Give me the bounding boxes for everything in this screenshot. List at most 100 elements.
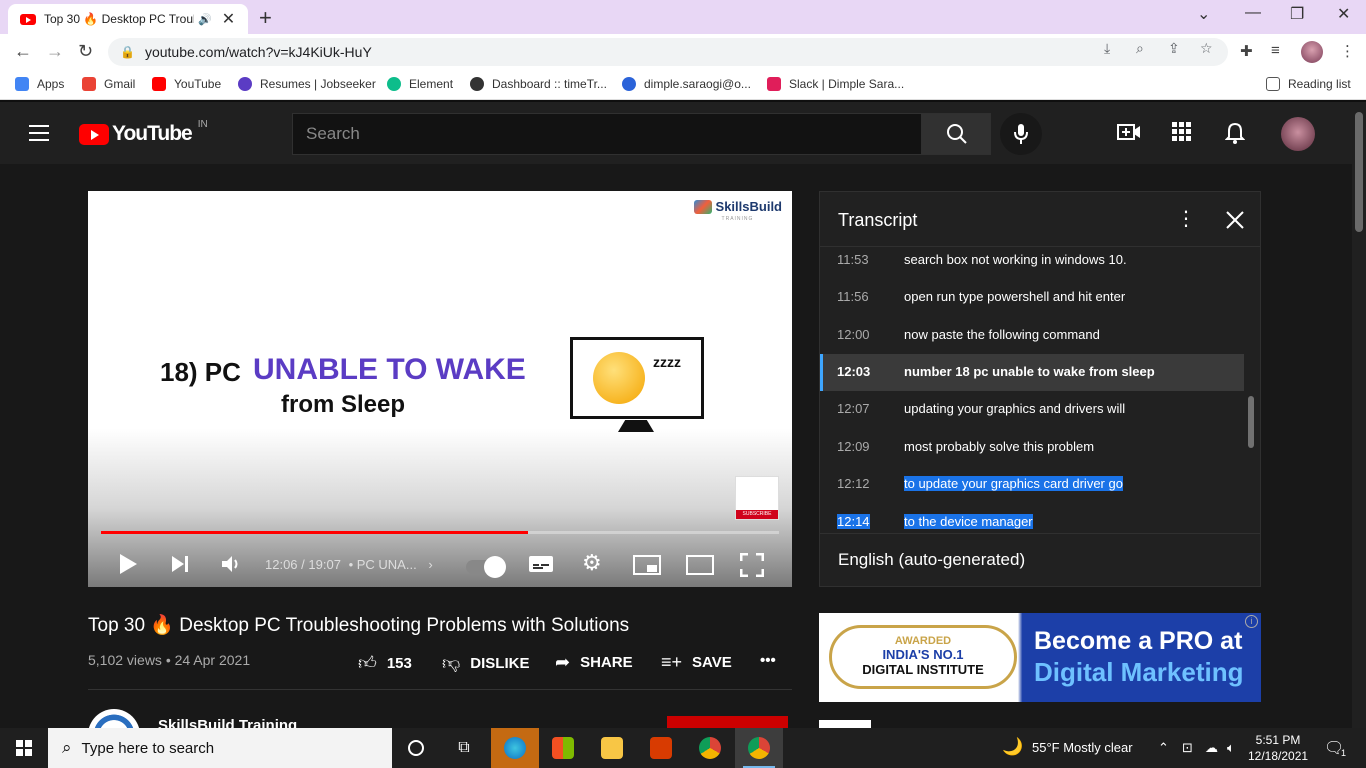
chapter-title[interactable]: • PC UNA... — [349, 557, 417, 572]
tab-youtube-video[interactable]: Top 30 🔥 Desktop PC Troub 🔊 ✕ — [8, 4, 248, 34]
transcript-row[interactable]: 12:07 updating your graphics and drivers … — [820, 391, 1244, 428]
bookmark-youtube[interactable]: YouTube — [152, 77, 221, 91]
video-player[interactable]: SkillsBuild TRAINING 18) PC UNABLE TO WA… — [88, 191, 792, 587]
taskbar-search-box[interactable]: ⌕ Type here to search — [48, 728, 392, 768]
transcript-language-selector[interactable]: English (auto-generated) — [838, 550, 1025, 570]
youtube-logo[interactable]: YouTube IN — [79, 119, 208, 146]
reading-list-button[interactable]: Reading list — [1266, 77, 1351, 91]
weather-text[interactable]: 55°F Mostly clear — [1032, 740, 1133, 755]
progress-bar[interactable] — [101, 531, 779, 534]
transcript-row-active[interactable]: 12:03 number 18 pc unable to wake from sl… — [820, 354, 1244, 391]
transcript-row[interactable]: 11:53 search box not working in windows 1… — [820, 248, 1244, 279]
profile-avatar[interactable] — [1301, 41, 1323, 63]
voice-search-button[interactable] — [1000, 113, 1042, 155]
subtitles-icon[interactable] — [528, 555, 554, 573]
search-button[interactable] — [921, 113, 991, 155]
onedrive-cloud-icon[interactable]: ☁ — [1205, 740, 1218, 756]
close-window-button[interactable]: ✕ — [1337, 4, 1350, 24]
share-button[interactable]: ➦ SHARE — [555, 652, 633, 673]
tab-close-icon[interactable]: ✕ — [222, 9, 235, 29]
taskbar-chrome-profile[interactable] — [686, 728, 734, 768]
task-view-button[interactable]: ⧉ — [440, 728, 488, 768]
install-icon[interactable]: ⤓ — [1104, 40, 1110, 57]
close-icon[interactable] — [1226, 211, 1244, 229]
taskbar-clock[interactable]: 5:51 PM 12/18/2021 — [1248, 732, 1308, 764]
next-video-thumbnail[interactable] — [819, 720, 871, 728]
taskbar-chrome-active[interactable] — [735, 728, 783, 768]
account-avatar[interactable] — [1281, 117, 1315, 151]
ad-award-badge: AWARDED INDIA'S NO.1 DIGITAL INSTITUTE — [829, 625, 1017, 689]
reload-button[interactable]: ↻ — [78, 41, 93, 62]
media-control-icon[interactable]: ≡ — [1271, 42, 1280, 59]
search-input[interactable]: Search — [292, 113, 922, 155]
transcript-timestamp: 11:56 — [837, 289, 869, 304]
like-button[interactable]: 👍︎ 153 — [358, 652, 412, 674]
more-options-icon[interactable]: ⋮ — [1176, 206, 1196, 231]
bookmark-apps[interactable]: Apps — [15, 77, 64, 91]
share-icon[interactable]: ⇪ — [1168, 40, 1180, 57]
ad-banner[interactable]: AWARDED INDIA'S NO.1 DIGITAL INSTITUTE B… — [819, 613, 1261, 702]
volume-icon[interactable]: 🔈︎ — [1227, 740, 1235, 756]
windows-start-icon[interactable] — [16, 740, 32, 756]
fullscreen-icon[interactable] — [740, 553, 764, 577]
network-icon[interactable]: ⊡ — [1182, 740, 1193, 756]
back-button[interactable]: ← — [14, 41, 32, 62]
ad-info-icon[interactable]: i — [1245, 615, 1258, 628]
bookmark-email[interactable]: dimple.saraogi@o... — [622, 77, 751, 91]
next-icon[interactable] — [170, 554, 190, 574]
address-bar[interactable]: 🔒 youtube.com/watch?v=kJ4KiUk-HuY — [108, 38, 1228, 66]
channel-watermark: SkillsBuild TRAINING — [693, 199, 782, 222]
notifications-bell-icon[interactable] — [1225, 122, 1245, 144]
subscribe-watermark[interactable]: SUBSCRIBE — [735, 476, 779, 520]
page-scrollbar[interactable] — [1352, 102, 1366, 728]
cortana-button[interactable] — [392, 728, 440, 768]
theater-mode-icon[interactable] — [686, 555, 714, 575]
forward-button[interactable]: → — [46, 41, 64, 62]
taskbar-file-explorer[interactable] — [588, 728, 636, 768]
transcript-scrollbar[interactable] — [1248, 396, 1254, 448]
dislike-button[interactable]: 👎︎ DISLIKE — [442, 652, 529, 674]
minimize-button[interactable]: — — [1245, 4, 1261, 22]
weather-moon-icon[interactable]: 🌙 — [1002, 737, 1023, 757]
bookmark-star-icon[interactable]: ☆ — [1200, 40, 1213, 57]
bookmark-element[interactable]: Element — [387, 77, 453, 91]
store-icon — [552, 737, 574, 759]
miniplayer-icon[interactable] — [633, 555, 661, 575]
taskbar-edge[interactable] — [491, 728, 539, 768]
apps-grid-icon[interactable] — [1172, 122, 1192, 142]
create-video-icon[interactable] — [1117, 122, 1141, 144]
chrome-menu-icon[interactable]: ⋮ — [1340, 42, 1355, 60]
tray-chevron-icon[interactable]: ⌃ — [1158, 740, 1169, 756]
settings-gear-icon[interactable]: ⚙ — [582, 550, 602, 576]
taskbar-office[interactable] — [637, 728, 685, 768]
more-actions-button[interactable]: ••• — [760, 652, 776, 669]
save-button[interactable]: ≡+ SAVE — [661, 652, 732, 673]
transcript-row[interactable]: 12:14 to the device manager — [820, 504, 1244, 534]
audio-playing-icon[interactable]: 🔊 — [198, 13, 212, 26]
transcript-timestamp: 11:53 — [837, 252, 869, 267]
bookmark-resumes[interactable]: Resumes | Jobseeker — [238, 77, 376, 91]
new-tab-button[interactable]: + — [259, 5, 272, 31]
zoom-icon[interactable]: ⌕ — [1136, 40, 1144, 57]
extensions-icon[interactable]: ✚ — [1240, 42, 1253, 60]
restore-button[interactable]: ❐ — [1290, 4, 1304, 24]
transcript-row[interactable]: 12:09 most probably solve this problem — [820, 429, 1244, 466]
tab-search-icon[interactable]: ⌄ — [1197, 4, 1210, 24]
autoplay-toggle[interactable] — [466, 556, 506, 578]
taskbar-store[interactable] — [539, 728, 587, 768]
transcript-row[interactable]: 12:12 to update your graphics card driver… — [820, 466, 1244, 503]
volume-icon[interactable] — [221, 554, 243, 574]
bookmark-slack[interactable]: Slack | Dimple Sara... — [767, 77, 904, 91]
hamburger-menu-icon[interactable] — [29, 125, 49, 141]
page-scrollbar-thumb[interactable] — [1355, 112, 1363, 232]
transcript-row[interactable]: 11:56 open run type powershell and hit en… — [820, 279, 1244, 316]
youtube-wordmark: YouTube — [112, 122, 193, 145]
chevron-right-icon[interactable]: › — [428, 557, 432, 572]
bookmark-gmail[interactable]: Gmail — [82, 77, 135, 91]
bookmark-dashboard[interactable]: Dashboard :: timeTr... — [470, 77, 607, 91]
play-icon[interactable] — [118, 553, 138, 575]
transcript-timestamp: 12:07 — [837, 401, 870, 416]
transcript-row[interactable]: 12:00 now paste the following command — [820, 317, 1244, 354]
address-text[interactable]: youtube.com/watch?v=kJ4KiUk-HuY — [145, 44, 372, 60]
lock-icon[interactable]: 🔒 — [120, 45, 135, 59]
